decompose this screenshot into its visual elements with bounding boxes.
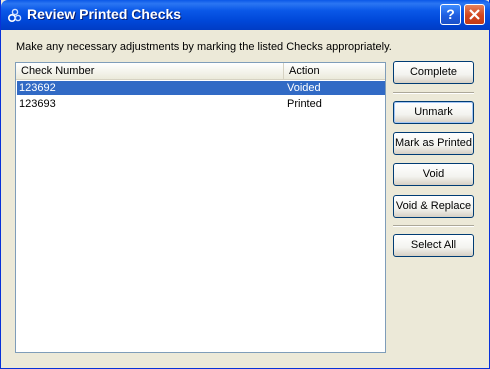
select-all-button[interactable]: Select All bbox=[393, 234, 474, 257]
complete-button[interactable]: Complete bbox=[393, 61, 474, 84]
check-number-cell: 123692 bbox=[19, 82, 56, 94]
mark-as-printed-button[interactable]: Mark as Printed bbox=[393, 132, 474, 155]
column-header-action[interactable]: Action bbox=[284, 63, 385, 80]
checks-list[interactable]: Check Number Action 123692 Voided 123693… bbox=[15, 62, 386, 353]
action-cell: Printed bbox=[287, 98, 322, 110]
void-button[interactable]: Void bbox=[393, 163, 474, 186]
help-icon: ? bbox=[446, 6, 455, 22]
list-header: Check Number Action bbox=[16, 63, 385, 80]
window-title: Review Printed Checks bbox=[27, 6, 182, 22]
column-header-check-number[interactable]: Check Number bbox=[16, 63, 284, 80]
list-row[interactable]: 123692 Voided bbox=[17, 81, 385, 95]
check-number-cell: 123693 bbox=[19, 98, 56, 110]
void-and-replace-button[interactable]: Void & Replace bbox=[393, 195, 474, 218]
unmark-button[interactable]: Unmark bbox=[393, 101, 474, 124]
three-gears-icon bbox=[7, 8, 22, 23]
button-separator bbox=[393, 225, 474, 227]
review-printed-checks-window: Review Printed Checks ? Make any necessa… bbox=[0, 0, 490, 369]
help-button[interactable]: ? bbox=[440, 4, 461, 25]
title-bar[interactable]: Review Printed Checks ? bbox=[1, 0, 490, 30]
instructions-label: Make any necessary adjustments by markin… bbox=[16, 41, 392, 53]
button-separator bbox=[393, 92, 474, 94]
action-cell: Voided bbox=[287, 82, 321, 94]
close-button[interactable] bbox=[464, 4, 485, 25]
list-row[interactable]: 123693 Printed bbox=[17, 97, 385, 111]
close-icon bbox=[469, 9, 480, 20]
